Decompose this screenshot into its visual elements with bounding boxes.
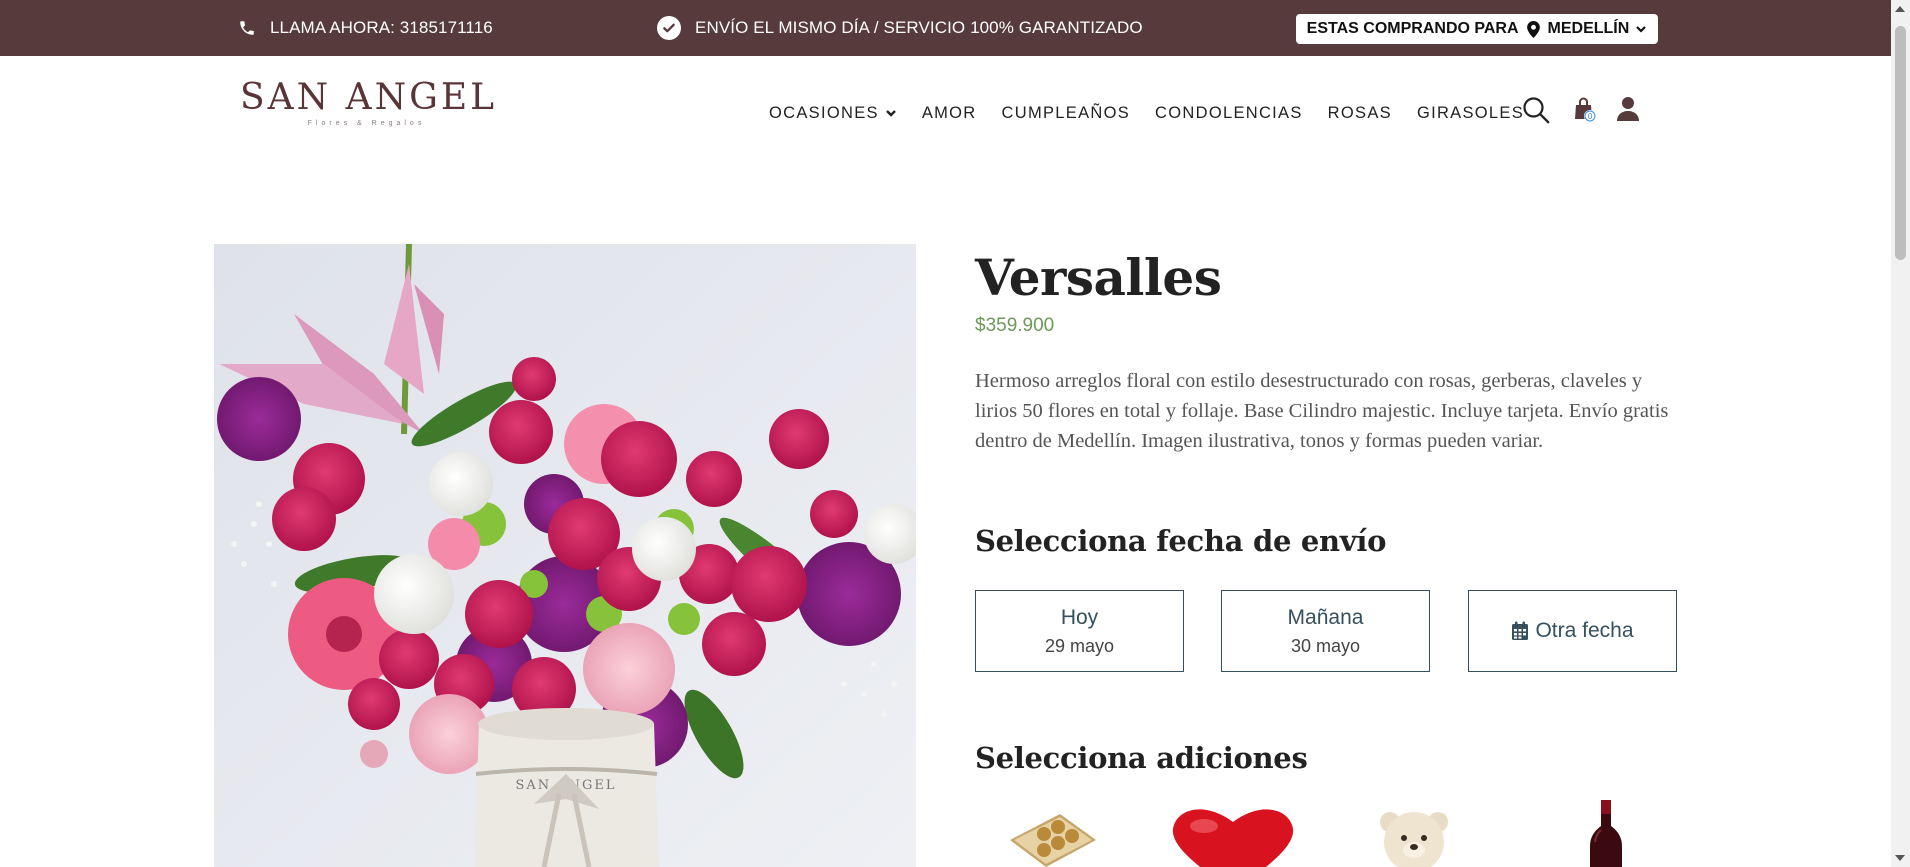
product-description: Hermoso arreglos floral con estilo deses… [975,370,1669,452]
nav-item-rosas[interactable]: ROSAS [1328,104,1392,123]
nav-item-girasoles[interactable]: GIRASOLES [1417,104,1524,123]
search-icon[interactable] [1522,96,1550,129]
top-announcement-bar: LLAMA AHORA: 3185171116 ENVÍO EL MISMO D… [0,0,1891,56]
nav-label: GIRASOLES [1416,103,1525,122]
date-option-label: Otra fecha [1535,619,1634,642]
main-navigation: OCASIONES AMOR CUMPLEAÑOS CONDOLENCIAS R… [769,98,1549,128]
date-option-today[interactable]: Hoy 29 mayo [975,590,1184,672]
flower-arrangement-illustration: SAN ANGEL [214,244,916,867]
nav-label: CONDOLENCIAS [1155,103,1303,122]
shopping-bag-icon[interactable]: 0 [1572,96,1598,129]
date-option-label: Hoy [1060,605,1099,629]
nav-item-cumpleanos[interactable]: CUMPLEAÑOS [1002,104,1131,123]
addon-teddy-bear[interactable] [1374,800,1454,867]
phone-text: LLAMA AHORA: 3185171116 [270,18,493,37]
product-price: $359.900 [975,315,1055,336]
date-option-other[interactable]: Otra fecha [1468,590,1677,672]
date-option-date: 29 mayo [1044,635,1115,656]
logo-text: SAN ANGEL [240,77,498,118]
check-circle-icon [657,16,681,40]
city-prefix: ESTAS COMPRANDO PARA [1306,20,1519,37]
scroll-up-arrow-icon[interactable] [1895,6,1905,12]
chevron-down-icon [1636,26,1647,33]
date-option-tomorrow[interactable]: Mañana 30 mayo [1221,590,1430,672]
vertical-scrollbar[interactable] [1891,0,1910,867]
city-name: MEDELLÍN [1547,20,1630,37]
map-pin-icon [1526,20,1540,38]
shipping-notice: ENVÍO EL MISMO DÍA / SERVICIO 100% GARAN… [657,0,1143,56]
product-title: Versalles [975,248,1222,307]
user-icon[interactable] [1616,96,1640,127]
brand-logo[interactable]: SAN ANGEL Flores & Regalos [240,77,498,128]
city-selector-button[interactable]: ESTAS COMPRANDO PARA MEDELLÍN [1296,14,1658,44]
nav-label: AMOR [921,103,977,122]
nav-label: CUMPLEAÑOS [1001,103,1131,122]
shipping-text: ENVÍO EL MISMO DÍA / SERVICIO 100% GARAN… [695,18,1143,37]
product-image[interactable]: SAN ANGEL [214,244,916,867]
cart-count: 0 [1588,112,1593,121]
nav-item-condolencias[interactable]: CONDOLENCIAS [1155,104,1303,123]
addon-chocolates[interactable] [1000,800,1100,867]
scrollbar-thumb[interactable] [1895,26,1906,260]
nav-item-ocasiones[interactable]: OCASIONES [769,104,897,123]
date-option-date: 30 mayo [1290,635,1361,656]
date-option-label: Mañana [1287,605,1364,629]
delivery-date-heading: Selecciona fecha de envío [975,524,1387,558]
logo-subtitle: Flores & Regalos [307,120,426,127]
nav-item-amor[interactable]: AMOR [922,104,977,123]
addons-heading: Selecciona adiciones [975,741,1308,775]
phone-contact[interactable]: LLAMA AHORA: 3185171116 [238,0,493,56]
addon-wine-bottle[interactable] [1586,800,1626,867]
nav-label: OCASIONES [769,103,879,122]
calendar-icon [1512,621,1529,640]
chevron-down-icon [885,110,896,117]
nav-label: ROSAS [1327,103,1392,122]
phone-icon [240,21,255,35]
scroll-down-arrow-icon[interactable] [1895,855,1905,861]
addon-heart-balloon[interactable] [1166,800,1300,867]
